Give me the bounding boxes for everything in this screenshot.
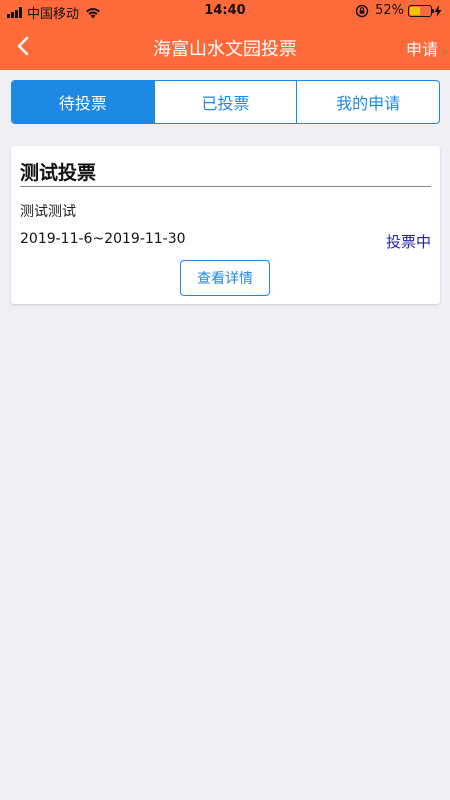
vote-description: 测试测试	[20, 204, 76, 220]
rotation-lock-icon	[355, 4, 369, 17]
charging-icon	[434, 4, 442, 17]
view-details-button[interactable]: 查看详情	[180, 260, 270, 296]
nav-bar: 海富山水文园投票 申请	[0, 22, 450, 70]
status-right: 52%	[355, 3, 442, 18]
vote-tabs: 待投票 已投票 我的申请	[11, 80, 440, 124]
vote-title: 测试投票	[20, 162, 97, 184]
page-title: 海富山水文园投票	[153, 39, 297, 60]
battery-icon	[408, 4, 434, 17]
tab-voted[interactable]: 已投票	[153, 81, 297, 123]
divider	[20, 186, 431, 187]
battery-percent: 52%	[375, 3, 404, 18]
status-bar: 中国移动 14:40 52%	[0, 0, 450, 22]
vote-card: 测试投票 测试测试 2019-11-6~2019-11-30 投票中 查看详情	[11, 146, 440, 304]
tab-pending[interactable]: 待投票	[12, 81, 154, 123]
vote-date-range: 2019-11-6~2019-11-30	[20, 231, 186, 247]
battery-level-fill	[410, 6, 421, 15]
vote-status-badge: 投票中	[385, 233, 431, 251]
tab-my-applications[interactable]: 我的申请	[296, 81, 439, 123]
apply-button[interactable]: 申请	[406, 36, 438, 60]
